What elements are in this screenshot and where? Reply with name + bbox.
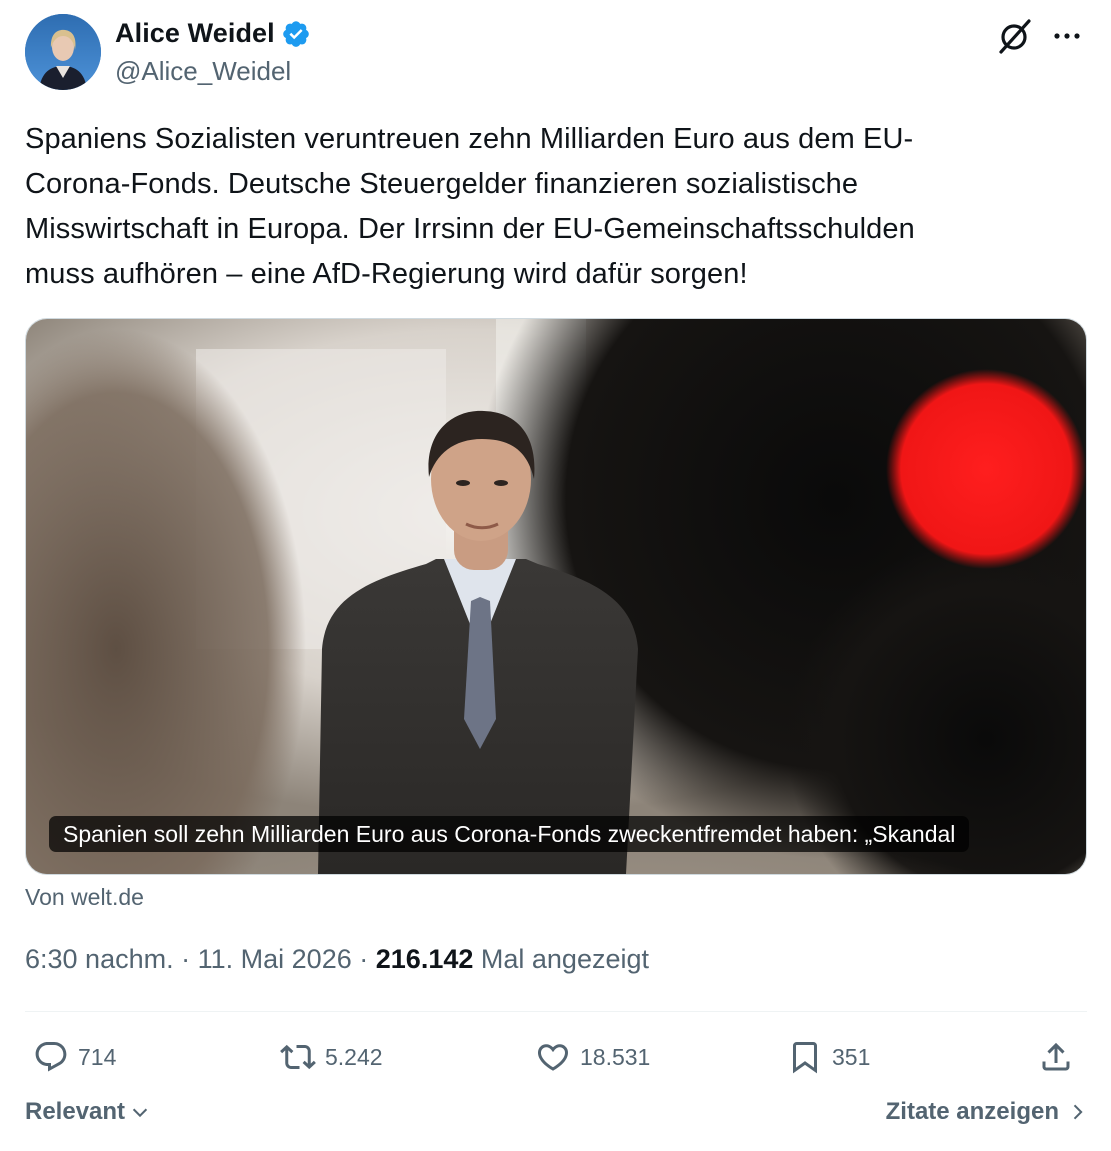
link-card-caption: Spanien soll zehn Milliarden Euro aus Co… (49, 816, 970, 852)
repost-button[interactable]: 5.242 (280, 1033, 383, 1081)
more-options-button[interactable] (1047, 16, 1087, 56)
view-quotes-link[interactable]: Zitate anzeigen (886, 1098, 1087, 1126)
reply-count: 714 (78, 1043, 117, 1070)
sort-label: Relevant (25, 1098, 126, 1125)
avatar[interactable] (25, 14, 101, 90)
like-count: 18.531 (580, 1043, 651, 1070)
sort-dropdown[interactable]: Relevant (25, 1098, 151, 1126)
tweet-text: Spaniens Sozialisten veruntreuen zehn Mi… (25, 123, 915, 290)
tweet-date[interactable]: 11. Mai 2026 (198, 944, 352, 974)
chevron-right-icon (1073, 1104, 1083, 1120)
bookmark-count: 351 (832, 1043, 871, 1070)
heart-icon (537, 1044, 569, 1071)
bookmark-icon (793, 1042, 817, 1074)
views-count: 216.142 (375, 944, 474, 974)
share-button[interactable] (1038, 1033, 1074, 1081)
tweet-time[interactable]: 6:30 nachm. (25, 944, 174, 974)
tweet-meta: 6:30 nachm. · 11. Mai 2026 · 216.142 Mal… (25, 944, 649, 975)
author-handle[interactable]: @Alice_Weidel (115, 56, 291, 87)
author-display-name[interactable]: Alice Weidel (115, 18, 275, 49)
views-label: Mal angezeigt (480, 944, 649, 974)
meta-separator: · (359, 944, 369, 974)
chevron-down-icon (132, 1108, 148, 1118)
action-bar: 714 5.242 18.531 351 (25, 1033, 1087, 1081)
share-icon (1042, 1042, 1070, 1071)
reply-button[interactable]: 714 (33, 1033, 116, 1081)
link-source[interactable]: Von welt.de (25, 884, 144, 911)
link-preview-card[interactable]: Spanien soll zehn Milliarden Euro aus Co… (25, 318, 1087, 875)
more-icon (1054, 33, 1080, 39)
verified-badge-icon[interactable] (281, 19, 311, 49)
reply-icon (35, 1042, 67, 1072)
repost-count: 5.242 (325, 1043, 383, 1070)
repost-icon (280, 1044, 316, 1070)
like-button[interactable]: 18.531 (535, 1033, 650, 1081)
bookmark-button[interactable]: 351 (787, 1033, 870, 1081)
article-photo (26, 319, 1086, 874)
replies-footer: Relevant Zitate anzeigen (25, 1098, 1087, 1134)
tweet-header: Alice Weidel @Alice_Weidel (25, 14, 1087, 94)
grok-icon (999, 19, 1031, 54)
quotes-label: Zitate anzeigen (885, 1098, 1059, 1125)
author-name-row: Alice Weidel (115, 18, 311, 49)
divider (25, 1011, 1087, 1012)
meta-separator: · (181, 944, 191, 974)
grok-button[interactable] (995, 16, 1035, 56)
